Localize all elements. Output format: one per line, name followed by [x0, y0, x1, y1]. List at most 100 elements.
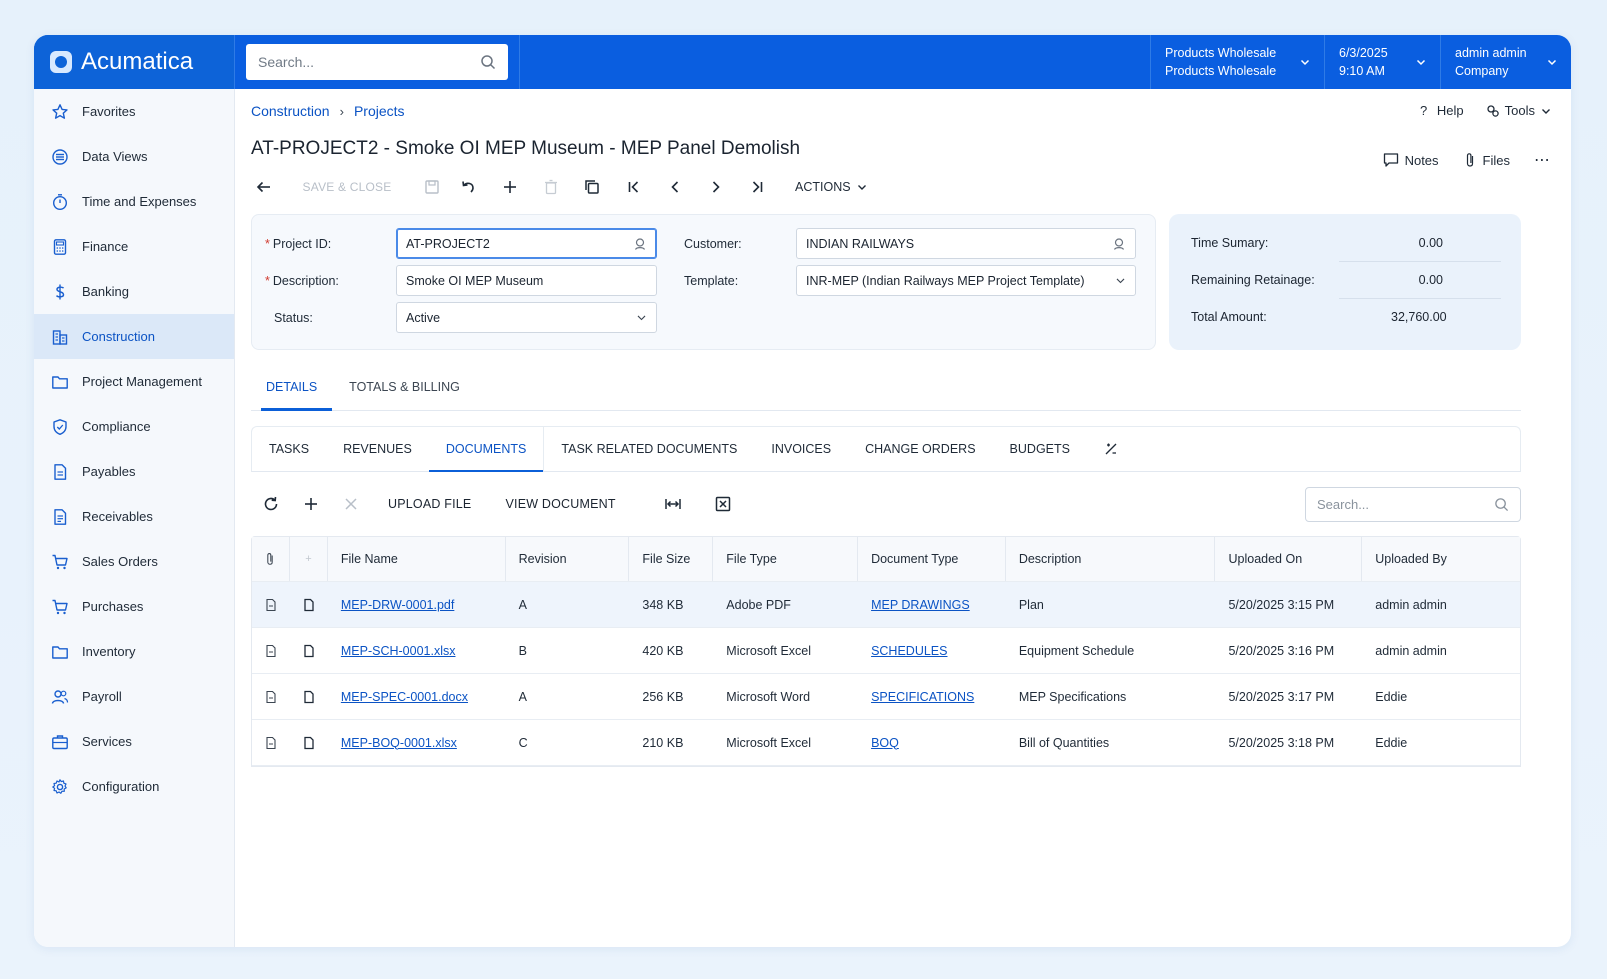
- more-options-icon[interactable]: ⋯: [1534, 150, 1551, 170]
- file-name-link[interactable]: MEP-BOQ-0001.xlsx: [341, 736, 457, 750]
- sidebar-item-finance[interactable]: Finance: [34, 224, 234, 269]
- help-button[interactable]: ? Help: [1420, 103, 1464, 118]
- sidebar-item-compliance[interactable]: Compliance: [34, 404, 234, 449]
- table-row[interactable]: MEP-DRW-0001.pdf A 348 KB Adobe PDF MEP …: [252, 582, 1520, 628]
- table-row[interactable]: MEP-SCH-0001.xlsx B 420 KB Microsoft Exc…: [252, 628, 1520, 674]
- file-name-cell[interactable]: MEP-SPEC-0001.docx: [328, 674, 506, 719]
- notes-button[interactable]: Notes: [1383, 152, 1439, 168]
- add-column-header[interactable]: +: [290, 537, 328, 581]
- document-type-link[interactable]: SPECIFICATIONS: [871, 690, 974, 704]
- column-header-uploaded-by[interactable]: Uploaded By: [1362, 537, 1520, 581]
- row-doc-icon-cell[interactable]: [252, 720, 290, 765]
- sidebar-item-inventory[interactable]: Inventory: [34, 629, 234, 674]
- sidebar-item-payroll[interactable]: Payroll: [34, 674, 234, 719]
- file-name-link[interactable]: MEP-SCH-0001.xlsx: [341, 644, 456, 658]
- document-type-link[interactable]: BOQ: [871, 736, 899, 750]
- copy-button[interactable]: [571, 173, 613, 201]
- breadcrumb-construction[interactable]: Construction: [251, 103, 330, 119]
- table-row[interactable]: MEP-BOQ-0001.xlsx C 210 KB Microsoft Exc…: [252, 720, 1520, 766]
- file-name-cell[interactable]: MEP-BOQ-0001.xlsx: [328, 720, 506, 765]
- row-doc-icon-cell[interactable]: [252, 628, 290, 673]
- document-type-cell[interactable]: BOQ: [858, 720, 1006, 765]
- tab-customize[interactable]: [1087, 427, 1135, 471]
- column-header-uploaded-on[interactable]: Uploaded On: [1215, 537, 1363, 581]
- tab-task-related-documents[interactable]: TASK RELATED DOCUMENTS: [544, 427, 754, 471]
- delete-button[interactable]: [531, 173, 571, 201]
- column-header-file-size[interactable]: File Size: [629, 537, 714, 581]
- file-name-link[interactable]: MEP-DRW-0001.pdf: [341, 598, 454, 612]
- tab-budgets[interactable]: BUDGETS: [993, 427, 1087, 471]
- document-type-cell[interactable]: MEP DRAWINGS: [858, 582, 1006, 627]
- tab-totals-billing[interactable]: TOTALS & BILLING: [334, 364, 475, 410]
- user-menu[interactable]: admin admin Company: [1440, 35, 1571, 89]
- sidebar-item-services[interactable]: Services: [34, 719, 234, 764]
- tab-invoices[interactable]: INVOICES: [754, 427, 848, 471]
- view-document-button[interactable]: VIEW DOCUMENT: [488, 497, 632, 511]
- file-name-cell[interactable]: MEP-SCH-0001.xlsx: [328, 628, 506, 673]
- template-select[interactable]: INR-MEP (Indian Railways MEP Project Tem…: [796, 265, 1136, 296]
- export-excel-button[interactable]: [703, 488, 743, 520]
- brand[interactable]: Acumatica: [34, 35, 235, 89]
- column-header-revision[interactable]: Revision: [506, 537, 630, 581]
- document-type-cell[interactable]: SPECIFICATIONS: [858, 674, 1006, 719]
- column-header-file-type[interactable]: File Type: [713, 537, 859, 581]
- branch-selector[interactable]: Products Wholesale Products Wholesale: [1150, 35, 1324, 89]
- tools-button[interactable]: Tools: [1486, 103, 1551, 118]
- row-doc-icon-cell[interactable]: [252, 674, 290, 719]
- delete-row-button[interactable]: [331, 488, 371, 520]
- refresh-button[interactable]: [251, 488, 291, 520]
- sidebar-item-time-and-expenses[interactable]: Time and Expenses: [34, 179, 234, 224]
- sidebar-item-sales-orders[interactable]: Sales Orders: [34, 539, 234, 584]
- document-type-link[interactable]: SCHEDULES: [871, 644, 947, 658]
- file-name-link[interactable]: MEP-SPEC-0001.docx: [341, 690, 468, 704]
- save-close-button[interactable]: SAVE & CLOSE: [277, 173, 417, 201]
- table-row[interactable]: MEP-SPEC-0001.docx A 256 KB Microsoft Wo…: [252, 674, 1520, 720]
- fit-columns-button[interactable]: [653, 488, 693, 520]
- first-record-button[interactable]: [613, 173, 655, 201]
- sidebar-item-payables[interactable]: Payables: [34, 449, 234, 494]
- row-doc-icon-cell[interactable]: [252, 582, 290, 627]
- sidebar-item-banking[interactable]: Banking: [34, 269, 234, 314]
- grid-search-input[interactable]: Search...: [1305, 487, 1521, 522]
- sidebar-item-purchases[interactable]: Purchases: [34, 584, 234, 629]
- files-button[interactable]: Files: [1463, 152, 1510, 168]
- column-header-document-type[interactable]: Document Type: [858, 537, 1006, 581]
- sidebar-item-receivables[interactable]: Receivables: [34, 494, 234, 539]
- tab-details[interactable]: DETAILS: [251, 364, 333, 411]
- file-name-cell[interactable]: MEP-DRW-0001.pdf: [328, 582, 506, 627]
- description-field[interactable]: Smoke OI MEP Museum: [396, 265, 657, 296]
- add-row-button[interactable]: [291, 488, 331, 520]
- sidebar-item-construction[interactable]: Construction: [34, 314, 234, 359]
- document-type-link[interactable]: MEP DRAWINGS: [871, 598, 970, 612]
- row-file-icon-cell[interactable]: [290, 628, 328, 673]
- status-select[interactable]: Active: [396, 302, 657, 333]
- back-button[interactable]: [251, 173, 277, 201]
- sidebar-item-project-management[interactable]: Project Management: [34, 359, 234, 404]
- tab-change-orders[interactable]: CHANGE ORDERS: [848, 427, 992, 471]
- row-file-icon-cell[interactable]: [290, 674, 328, 719]
- add-button[interactable]: [489, 173, 531, 201]
- actions-menu[interactable]: ACTIONS: [795, 173, 867, 201]
- save-button[interactable]: [417, 173, 447, 201]
- row-file-icon-cell[interactable]: [290, 720, 328, 765]
- row-file-icon-cell[interactable]: [290, 582, 328, 627]
- project-id-field[interactable]: AT-PROJECT2: [396, 228, 657, 259]
- sidebar-item-favorites[interactable]: Favorites: [34, 89, 234, 134]
- global-search-input[interactable]: Search...: [246, 44, 508, 80]
- sidebar-item-data-views[interactable]: Data Views: [34, 134, 234, 179]
- previous-record-button[interactable]: [655, 173, 695, 201]
- upload-file-button[interactable]: UPLOAD FILE: [371, 497, 488, 511]
- tab-documents[interactable]: DOCUMENTS: [428, 427, 545, 472]
- customer-field[interactable]: INDIAN RAILWAYS: [796, 228, 1136, 259]
- column-header-description[interactable]: Description: [1006, 537, 1216, 581]
- attachment-column-header[interactable]: [252, 537, 290, 581]
- next-record-button[interactable]: [695, 173, 737, 201]
- tab-revenues[interactable]: REVENUES: [326, 427, 429, 471]
- datetime-selector[interactable]: 6/3/2025 9:10 AM: [1324, 35, 1440, 89]
- sidebar-item-configuration[interactable]: Configuration: [34, 764, 234, 809]
- tab-tasks[interactable]: TASKS: [252, 427, 326, 471]
- document-type-cell[interactable]: SCHEDULES: [858, 628, 1006, 673]
- column-header-file-name[interactable]: File Name: [328, 537, 506, 581]
- last-record-button[interactable]: [737, 173, 777, 201]
- undo-button[interactable]: [447, 173, 489, 201]
